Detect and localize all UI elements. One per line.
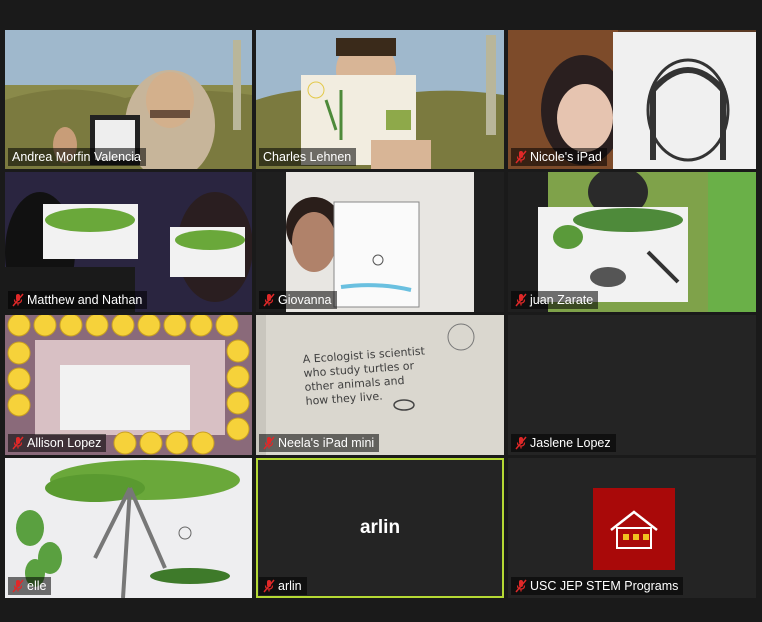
mic-muted-icon (12, 579, 24, 593)
video-tile-jaslene[interactable]: Jaslene Lopez (508, 315, 756, 455)
video-tile-nicole[interactable]: Nicole's iPad (508, 30, 756, 169)
nameplate: Allison Lopez (8, 434, 107, 452)
participant-name: Allison Lopez (27, 436, 102, 450)
nameplate: elle (8, 577, 52, 595)
participant-name: Nicole's iPad (530, 150, 602, 164)
video-tile-matthew-nathan[interactable]: Matthew and Nathan (5, 172, 252, 312)
mic-muted-icon (12, 293, 24, 307)
nameplate: Giovanna (259, 291, 337, 309)
mic-muted-icon (263, 293, 275, 307)
participant-name: elle (27, 579, 47, 593)
video-tile-usc-jep[interactable]: USC JEP STEM Programs (508, 458, 756, 598)
mic-muted-icon (515, 436, 527, 450)
nameplate: USC JEP STEM Programs (511, 577, 684, 595)
nameplate: arlin (259, 577, 307, 595)
mic-muted-icon (263, 579, 275, 593)
video-tile-allison[interactable]: Allison Lopez (5, 315, 252, 455)
mic-muted-icon (263, 436, 275, 450)
mic-muted-icon (515, 293, 527, 307)
mic-muted-icon (12, 436, 24, 450)
participant-name: Andrea Morfin Valencia (12, 150, 142, 164)
participant-name: juan Zarate (530, 293, 594, 307)
participant-name: USC JEP STEM Programs (530, 579, 679, 593)
usc-jep-logo (593, 488, 675, 570)
video-tile-andrea[interactable]: Andrea Morfin Valencia (5, 30, 252, 169)
participant-name: arlin (278, 579, 302, 593)
nameplate: Andrea Morfin Valencia (8, 148, 147, 166)
nameplate: juan Zarate (511, 291, 599, 309)
participant-name: Jaslene Lopez (530, 436, 611, 450)
nameplate: Jaslene Lopez (511, 434, 616, 452)
nameplate: Charles Lehnen (259, 148, 357, 166)
nameplate: Neela's iPad mini (259, 434, 380, 452)
video-tile-juan[interactable]: juan Zarate (508, 172, 756, 312)
participant-name: Giovanna (278, 293, 332, 307)
mic-muted-icon (515, 579, 527, 593)
video-tile-elle[interactable]: elle (5, 458, 252, 598)
nameplate: Matthew and Nathan (8, 291, 148, 309)
mic-muted-icon (515, 150, 527, 164)
house-logo-icon (610, 510, 658, 549)
neela-handwritten-note: A Ecologist is scientist who study turtl… (302, 341, 475, 409)
video-tile-neela[interactable]: A Ecologist is scientist who study turtl… (256, 315, 504, 455)
video-tile-giovanna[interactable]: Giovanna (256, 172, 504, 312)
video-tile-arlin[interactable]: arlin arlin (256, 458, 504, 598)
video-tile-charles[interactable]: Charles Lehnen (256, 30, 504, 169)
nameplate: Nicole's iPad (511, 148, 607, 166)
participant-name: Neela's iPad mini (278, 436, 375, 450)
participant-name: Matthew and Nathan (27, 293, 143, 307)
participant-name: Charles Lehnen (263, 150, 352, 164)
participant-display-name: arlin (359, 517, 401, 538)
